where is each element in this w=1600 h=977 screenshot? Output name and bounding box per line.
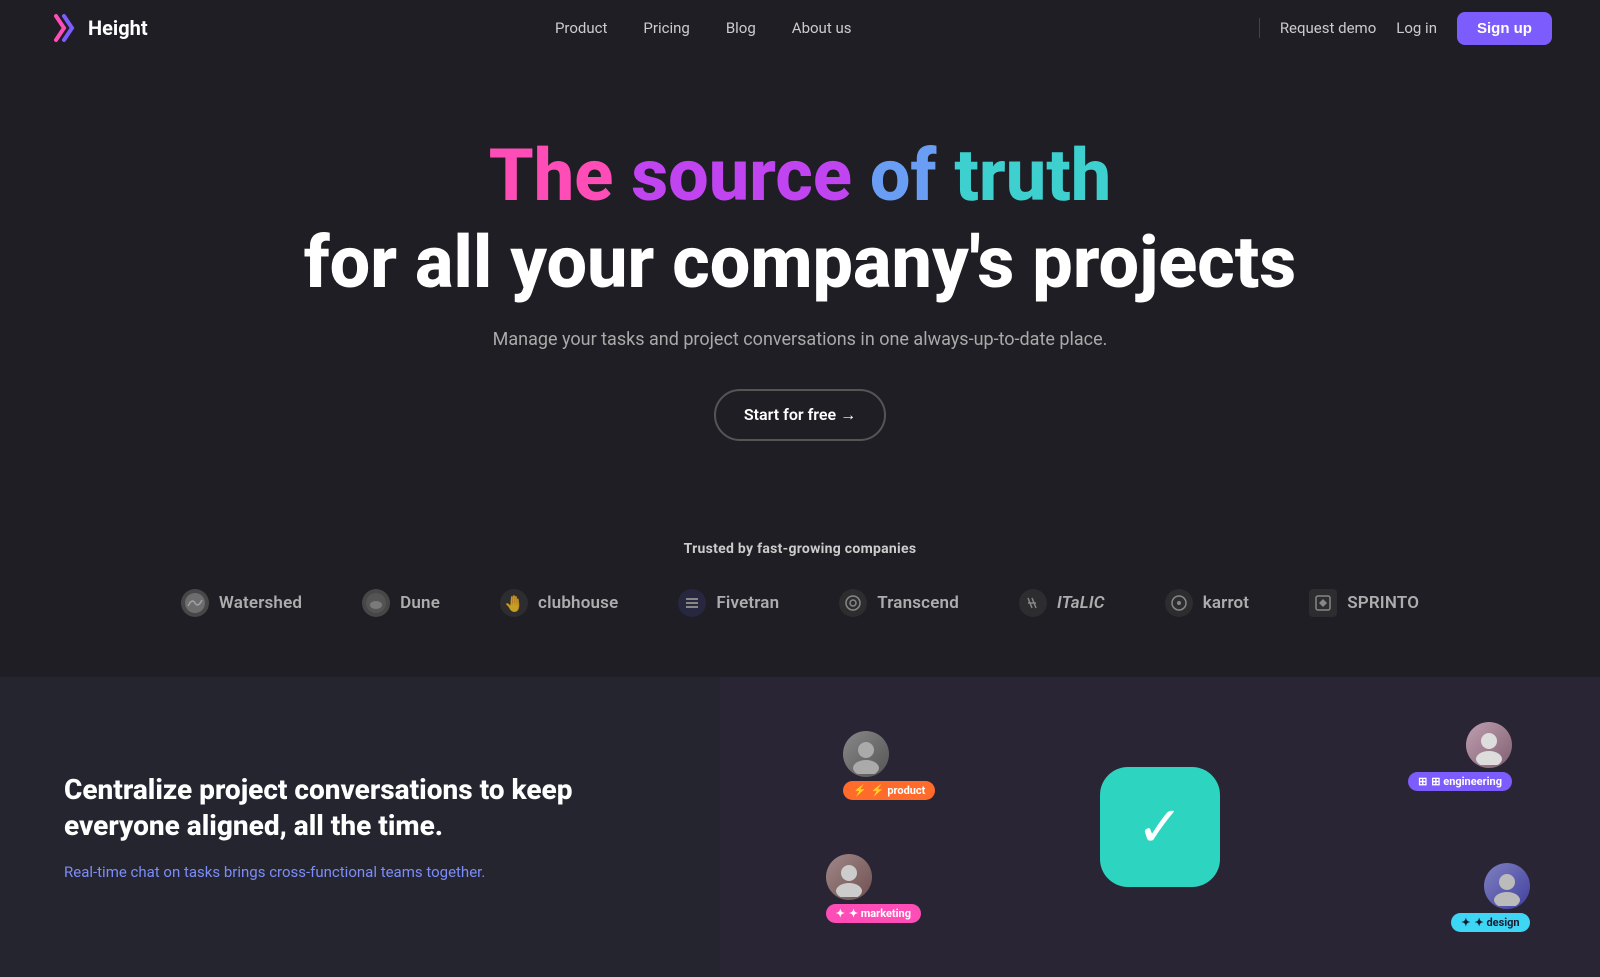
clubhouse-name: clubhouse bbox=[538, 593, 618, 613]
word-of: of bbox=[870, 133, 937, 218]
fivetran-icon bbox=[678, 589, 706, 617]
trusted-logos: Watershed Dune 🤚 clubhouse Fivetran bbox=[48, 589, 1552, 617]
avatar-engineering: ⊞ ⊞ engineering bbox=[1408, 722, 1512, 791]
transcend-name: Transcend bbox=[877, 593, 959, 613]
watershed-icon bbox=[181, 589, 209, 617]
avatar-engineering-img bbox=[1466, 722, 1512, 768]
company-dune: Dune bbox=[362, 589, 440, 617]
feature-illustration: ⚡ ⚡ product ⊞ ⊞ engineering ✓ bbox=[720, 677, 1600, 977]
marketing-tag-label: ✦ marketing bbox=[849, 907, 911, 920]
hero-section: The source of truth for all your company… bbox=[0, 56, 1600, 501]
company-karrot: karrot bbox=[1165, 589, 1249, 617]
company-italic: ITaLIC bbox=[1019, 589, 1105, 617]
tag-product: ⚡ ⚡ product bbox=[843, 781, 935, 800]
clubhouse-icon: 🤚 bbox=[500, 589, 528, 617]
hero-title-gradient: The source of truth bbox=[48, 136, 1552, 215]
hero-subtitle: Manage your tasks and project conversati… bbox=[48, 326, 1552, 353]
company-clubhouse: 🤚 clubhouse bbox=[500, 589, 618, 617]
engineering-tag-label: ⊞ engineering bbox=[1431, 775, 1502, 788]
trusted-label: Trusted by fast-growing companies bbox=[48, 541, 1552, 557]
marketing-tag-icon: ✦ bbox=[836, 907, 845, 920]
login-link[interactable]: Log in bbox=[1396, 19, 1437, 37]
avatar-design: ✦ ✦ design bbox=[1451, 863, 1529, 932]
word-the: The bbox=[489, 133, 614, 218]
engineering-tag-icon: ⊞ bbox=[1418, 775, 1427, 788]
company-watershed: Watershed bbox=[181, 589, 302, 617]
speech-tail bbox=[1180, 827, 1206, 847]
nav-product[interactable]: Product bbox=[555, 19, 607, 37]
product-tag-label: ⚡ product bbox=[871, 784, 926, 797]
italic-icon bbox=[1019, 589, 1047, 617]
feature-section: Centralize project conversations to keep… bbox=[0, 677, 1600, 977]
italic-name: ITaLIC bbox=[1057, 593, 1105, 613]
transcend-icon bbox=[839, 589, 867, 617]
nav-links: Product Pricing Blog About us bbox=[555, 19, 852, 37]
feature-text: Centralize project conversations to keep… bbox=[0, 677, 720, 977]
design-tag-label: ✦ design bbox=[1475, 916, 1520, 929]
tag-engineering: ⊞ ⊞ engineering bbox=[1408, 772, 1512, 791]
sprinto-icon bbox=[1309, 589, 1337, 617]
avatar-marketing-img bbox=[826, 854, 872, 900]
navbar: Height Product Pricing Blog About us Req… bbox=[0, 0, 1600, 56]
feature-title: Centralize project conversations to keep… bbox=[64, 772, 656, 845]
nav-about[interactable]: About us bbox=[792, 19, 852, 37]
company-transcend: Transcend bbox=[839, 589, 959, 617]
nav-actions: Request demo Log in Sign up bbox=[1259, 12, 1552, 45]
chat-illustration: ⚡ ⚡ product ⊞ ⊞ engineering ✓ bbox=[720, 677, 1600, 977]
dune-name: Dune bbox=[400, 593, 440, 613]
signup-button[interactable]: Sign up bbox=[1457, 12, 1552, 45]
nav-blog[interactable]: Blog bbox=[726, 19, 756, 37]
hero-title-line2: for all your company's projects bbox=[48, 223, 1552, 302]
cta-button[interactable]: Start for free → bbox=[714, 389, 886, 441]
avatar-design-img bbox=[1484, 863, 1530, 909]
avatar-product-img bbox=[843, 731, 889, 777]
watershed-name: Watershed bbox=[219, 593, 302, 613]
design-tag-icon: ✦ bbox=[1461, 916, 1470, 929]
avatar-product: ⚡ ⚡ product bbox=[843, 731, 935, 800]
company-fivetran: Fivetran bbox=[678, 589, 779, 617]
logo-text: Height bbox=[88, 16, 148, 40]
word-truth: truth bbox=[954, 133, 1111, 218]
fivetran-name: Fivetran bbox=[716, 593, 779, 613]
product-tag-icon: ⚡ bbox=[853, 784, 867, 797]
karrot-icon bbox=[1165, 589, 1193, 617]
tag-design: ✦ ✦ design bbox=[1451, 913, 1529, 932]
request-demo-link[interactable]: Request demo bbox=[1280, 19, 1376, 37]
feature-subtitle: Real-time chat on tasks brings cross-fun… bbox=[64, 861, 656, 884]
company-sprinto: SPRINTO bbox=[1309, 589, 1419, 617]
sprinto-name: SPRINTO bbox=[1347, 593, 1419, 613]
logo-link[interactable]: Height bbox=[48, 12, 148, 44]
nav-pricing[interactable]: Pricing bbox=[643, 19, 689, 37]
nav-divider bbox=[1259, 18, 1260, 38]
check-icon: ✓ bbox=[1137, 799, 1184, 855]
dune-icon bbox=[362, 589, 390, 617]
tag-marketing: ✦ ✦ marketing bbox=[826, 904, 921, 923]
word-source: source bbox=[631, 133, 852, 218]
karrot-name: karrot bbox=[1203, 593, 1249, 613]
avatar-marketing: ✦ ✦ marketing bbox=[826, 854, 921, 923]
trusted-section: Trusted by fast-growing companies Waters… bbox=[0, 501, 1600, 677]
